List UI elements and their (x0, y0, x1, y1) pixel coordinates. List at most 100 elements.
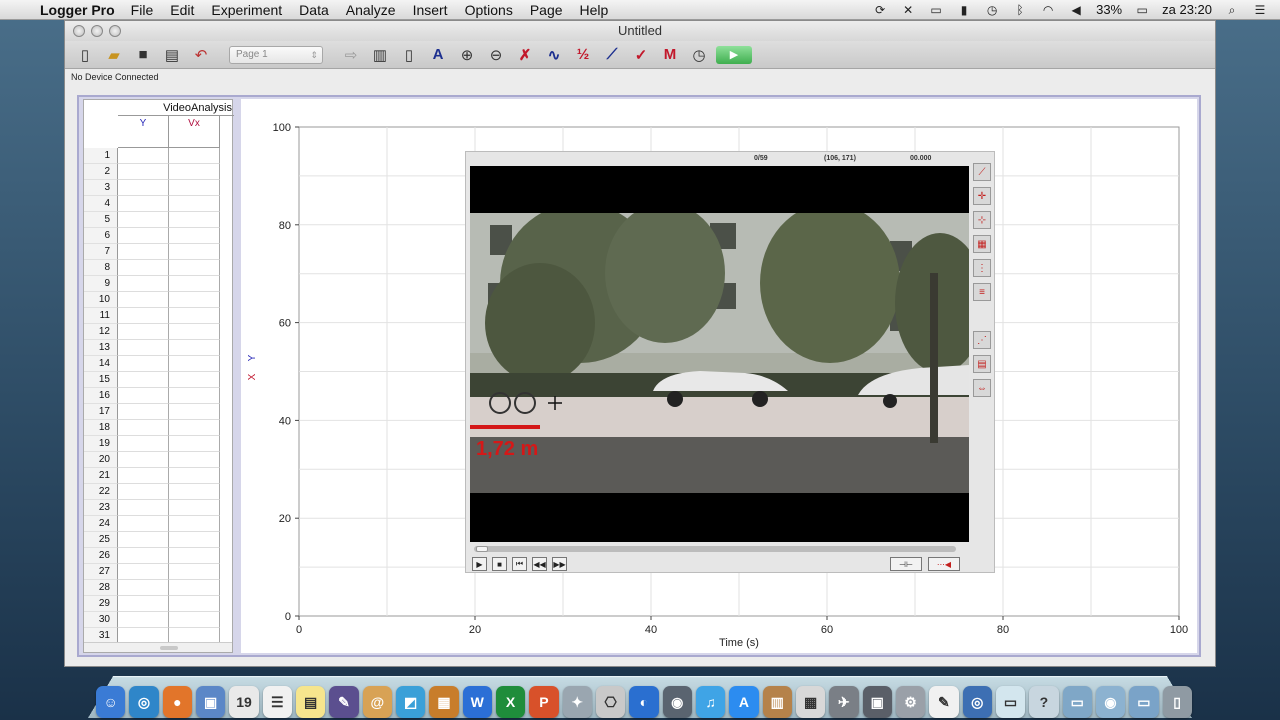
examine-icon[interactable]: ✗ (513, 44, 537, 66)
cell-vx[interactable] (169, 612, 220, 628)
contacts-icon[interactable]: @ (362, 686, 392, 718)
linear-fit-icon[interactable]: ✓ (629, 44, 653, 66)
spotlight-icon[interactable]: ⌕ (1224, 3, 1240, 17)
time-machine-icon[interactable]: ◷ (984, 3, 1000, 17)
cell-y[interactable] (118, 244, 169, 260)
photo-icon[interactable]: ◩ (395, 686, 426, 718)
cell-y[interactable] (118, 452, 169, 468)
photo-distance-icon[interactable]: ⋮ (973, 259, 991, 277)
textedit-icon[interactable]: ✎ (929, 686, 959, 718)
row-number[interactable]: 21 (84, 468, 118, 484)
row-number[interactable]: 20 (84, 452, 118, 468)
collect-button[interactable]: ▶ (716, 45, 752, 64)
cell-vx[interactable] (169, 388, 220, 404)
open-folder-icon[interactable]: ▰ (102, 44, 126, 66)
reminders-icon[interactable]: ☰ (262, 686, 292, 718)
system-icon[interactable]: ▣ (862, 686, 892, 718)
column-header-y[interactable]: Y (118, 116, 169, 148)
cell-y[interactable] (118, 564, 169, 580)
data-table-icon[interactable]: ▥ (368, 44, 392, 66)
row-number[interactable]: 8 (84, 260, 118, 276)
row-number[interactable]: 6 (84, 228, 118, 244)
row-number[interactable]: 12 (84, 324, 118, 340)
row-number[interactable]: 9 (84, 276, 118, 292)
settings-icon[interactable]: ⚙ (895, 686, 926, 718)
itunes-icon[interactable]: ♫ (695, 686, 726, 718)
appstore-icon[interactable]: A (729, 686, 759, 718)
cell-y[interactable] (118, 276, 169, 292)
menu-edit[interactable]: Edit (170, 2, 194, 18)
row-number[interactable]: 25 (84, 532, 118, 548)
cell-vx[interactable] (169, 292, 220, 308)
movie-scrubber[interactable] (474, 546, 956, 552)
cell-vx[interactable] (169, 468, 220, 484)
app-menu[interactable]: Logger Pro (40, 2, 115, 18)
row-number[interactable]: 11 (84, 308, 118, 324)
go-to-start-button[interactable]: ⏮ (512, 557, 527, 571)
cell-y[interactable] (118, 228, 169, 244)
cell-y[interactable] (118, 260, 169, 276)
help-icon[interactable]: ? (1029, 686, 1059, 718)
airplay-icon[interactable]: ▭ (928, 3, 944, 17)
row-number[interactable]: 18 (84, 420, 118, 436)
cell-vx[interactable] (169, 196, 220, 212)
row-number[interactable]: 13 (84, 340, 118, 356)
quicktime-icon[interactable]: ◎ (962, 686, 992, 718)
menu-options[interactable]: Options (465, 2, 513, 18)
cell-vx[interactable] (169, 276, 220, 292)
curve-fit-icon[interactable]: M (658, 44, 682, 66)
cell-vx[interactable] (169, 564, 220, 580)
toggle-analysis-button[interactable]: ⋯◀ (928, 557, 960, 571)
battery-indicator-icon[interactable]: ▮ (956, 3, 972, 17)
safari-icon[interactable]: ◎ (129, 686, 159, 718)
integral-icon[interactable]: ½ (571, 44, 595, 66)
row-number[interactable]: 22 (84, 484, 118, 500)
replay-icon[interactable]: ▤ (973, 355, 991, 373)
zoom-in-icon[interactable]: ⊕ (455, 44, 479, 66)
cell-y[interactable] (118, 180, 169, 196)
undo-icon[interactable]: ↶ (189, 44, 213, 66)
origin-icon[interactable]: ⊹ (973, 211, 991, 229)
keynote-icon[interactable]: ▦ (429, 686, 459, 718)
row-number[interactable]: 30 (84, 612, 118, 628)
row-number[interactable]: 5 (84, 212, 118, 228)
data-collection-icon[interactable]: ◷ (687, 44, 711, 66)
cell-vx[interactable] (169, 324, 220, 340)
stop-button[interactable]: ■ (492, 557, 507, 571)
menu-analyze[interactable]: Analyze (346, 2, 396, 18)
show-path-icon[interactable]: ⋰ (973, 331, 991, 349)
row-number[interactable]: 7 (84, 244, 118, 260)
row-number[interactable]: 15 (84, 372, 118, 388)
firefox-icon[interactable]: ● (162, 686, 192, 718)
preview2-icon[interactable]: ⎔ (595, 686, 626, 718)
row-number[interactable]: 4 (84, 196, 118, 212)
camera-icon[interactable]: ◉ (662, 686, 692, 718)
cell-vx[interactable] (169, 356, 220, 372)
applications-icon[interactable]: ▭ (1129, 686, 1159, 718)
tangent-icon[interactable]: ∿ (542, 44, 566, 66)
volume-icon[interactable]: ◀ (1068, 3, 1084, 17)
step-forward-button[interactable]: ▶▶ (552, 557, 567, 571)
cell-y[interactable] (118, 164, 169, 180)
row-number[interactable]: 2 (84, 164, 118, 180)
cell-y[interactable] (118, 324, 169, 340)
calculator-icon[interactable]: ▦ (795, 686, 826, 718)
globe-icon[interactable]: ◐ (629, 686, 659, 718)
cell-y[interactable] (118, 148, 169, 164)
cell-y[interactable] (118, 484, 169, 500)
cell-y[interactable] (118, 548, 169, 564)
autoscale-icon[interactable]: A (426, 44, 450, 66)
cell-vx[interactable] (169, 340, 220, 356)
row-number[interactable]: 3 (84, 180, 118, 196)
row-number[interactable]: 17 (84, 404, 118, 420)
launchpad-icon[interactable]: ✈ (829, 686, 859, 718)
new-file-icon[interactable]: ▯ (73, 44, 97, 66)
word-icon[interactable]: W (462, 686, 492, 718)
cell-y[interactable] (118, 388, 169, 404)
save-icon[interactable]: ■ (131, 44, 155, 66)
point-series-icon[interactable]: ≡ (973, 283, 991, 301)
zoom-window-button[interactable] (109, 25, 121, 37)
menu-experiment[interactable]: Experiment (211, 2, 282, 18)
cell-vx[interactable] (169, 548, 220, 564)
row-number[interactable]: 14 (84, 356, 118, 372)
